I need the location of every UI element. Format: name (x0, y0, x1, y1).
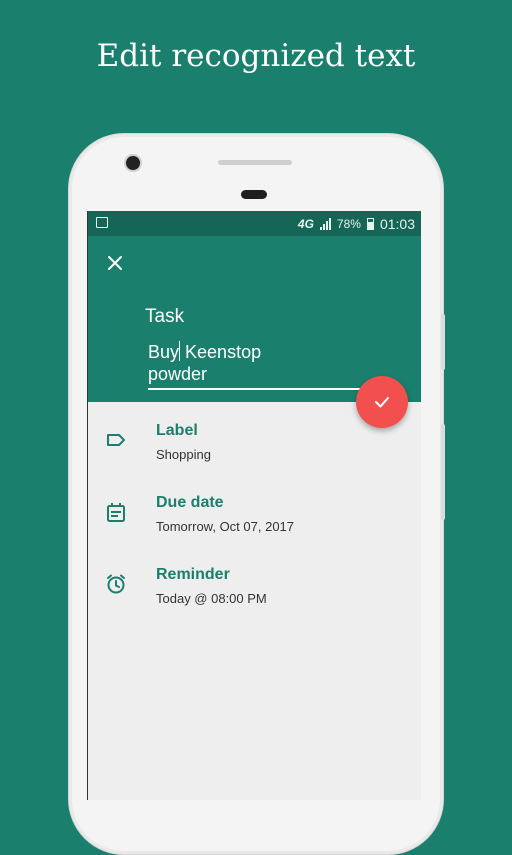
phone-volume-button (441, 424, 445, 520)
label-title: Label (156, 422, 198, 439)
task-text-input[interactable]: Buy Keenstop powder (148, 341, 384, 390)
close-button[interactable] (102, 250, 128, 276)
gallery-notification-icon (96, 217, 108, 228)
status-bar: 4G 78% 01:03 (88, 211, 421, 236)
due-date-row[interactable]: Due date Tomorrow, Oct 07, 2017 (88, 487, 421, 547)
due-date-value: Tomorrow, Oct 07, 2017 (156, 519, 295, 534)
battery-icon (366, 218, 374, 230)
signal-icon (319, 218, 331, 230)
alarm-clock-icon (107, 574, 125, 594)
label-value: Shopping (156, 447, 211, 462)
due-date-title: Due date (156, 494, 224, 511)
proximity-sensor (241, 190, 267, 199)
calendar-icon (107, 503, 125, 522)
phone-side-button (441, 314, 445, 370)
battery-percent: 78% (336, 217, 361, 231)
label-tag-icon (107, 434, 125, 446)
reminder-title: Reminder (156, 566, 230, 583)
reminder-row[interactable]: Reminder Today @ 08:00 PM (88, 559, 421, 619)
network-type: 4G (297, 217, 314, 231)
task-field-label: Task (145, 306, 185, 327)
label-row[interactable]: Label Shopping (88, 415, 421, 475)
task-text-before-cursor: Buy (148, 342, 180, 362)
close-icon (108, 256, 122, 270)
promo-headline: Edit recognized text (96, 38, 416, 74)
app-screen: 4G 78% 01:03 Task Buy Keenstop powder La… (87, 211, 421, 800)
checkmark-icon (375, 397, 389, 408)
front-camera (126, 156, 140, 170)
reminder-value: Today @ 08:00 PM (156, 591, 267, 606)
clock-time: 01:03 (379, 216, 415, 232)
earpiece-speaker (218, 160, 292, 165)
